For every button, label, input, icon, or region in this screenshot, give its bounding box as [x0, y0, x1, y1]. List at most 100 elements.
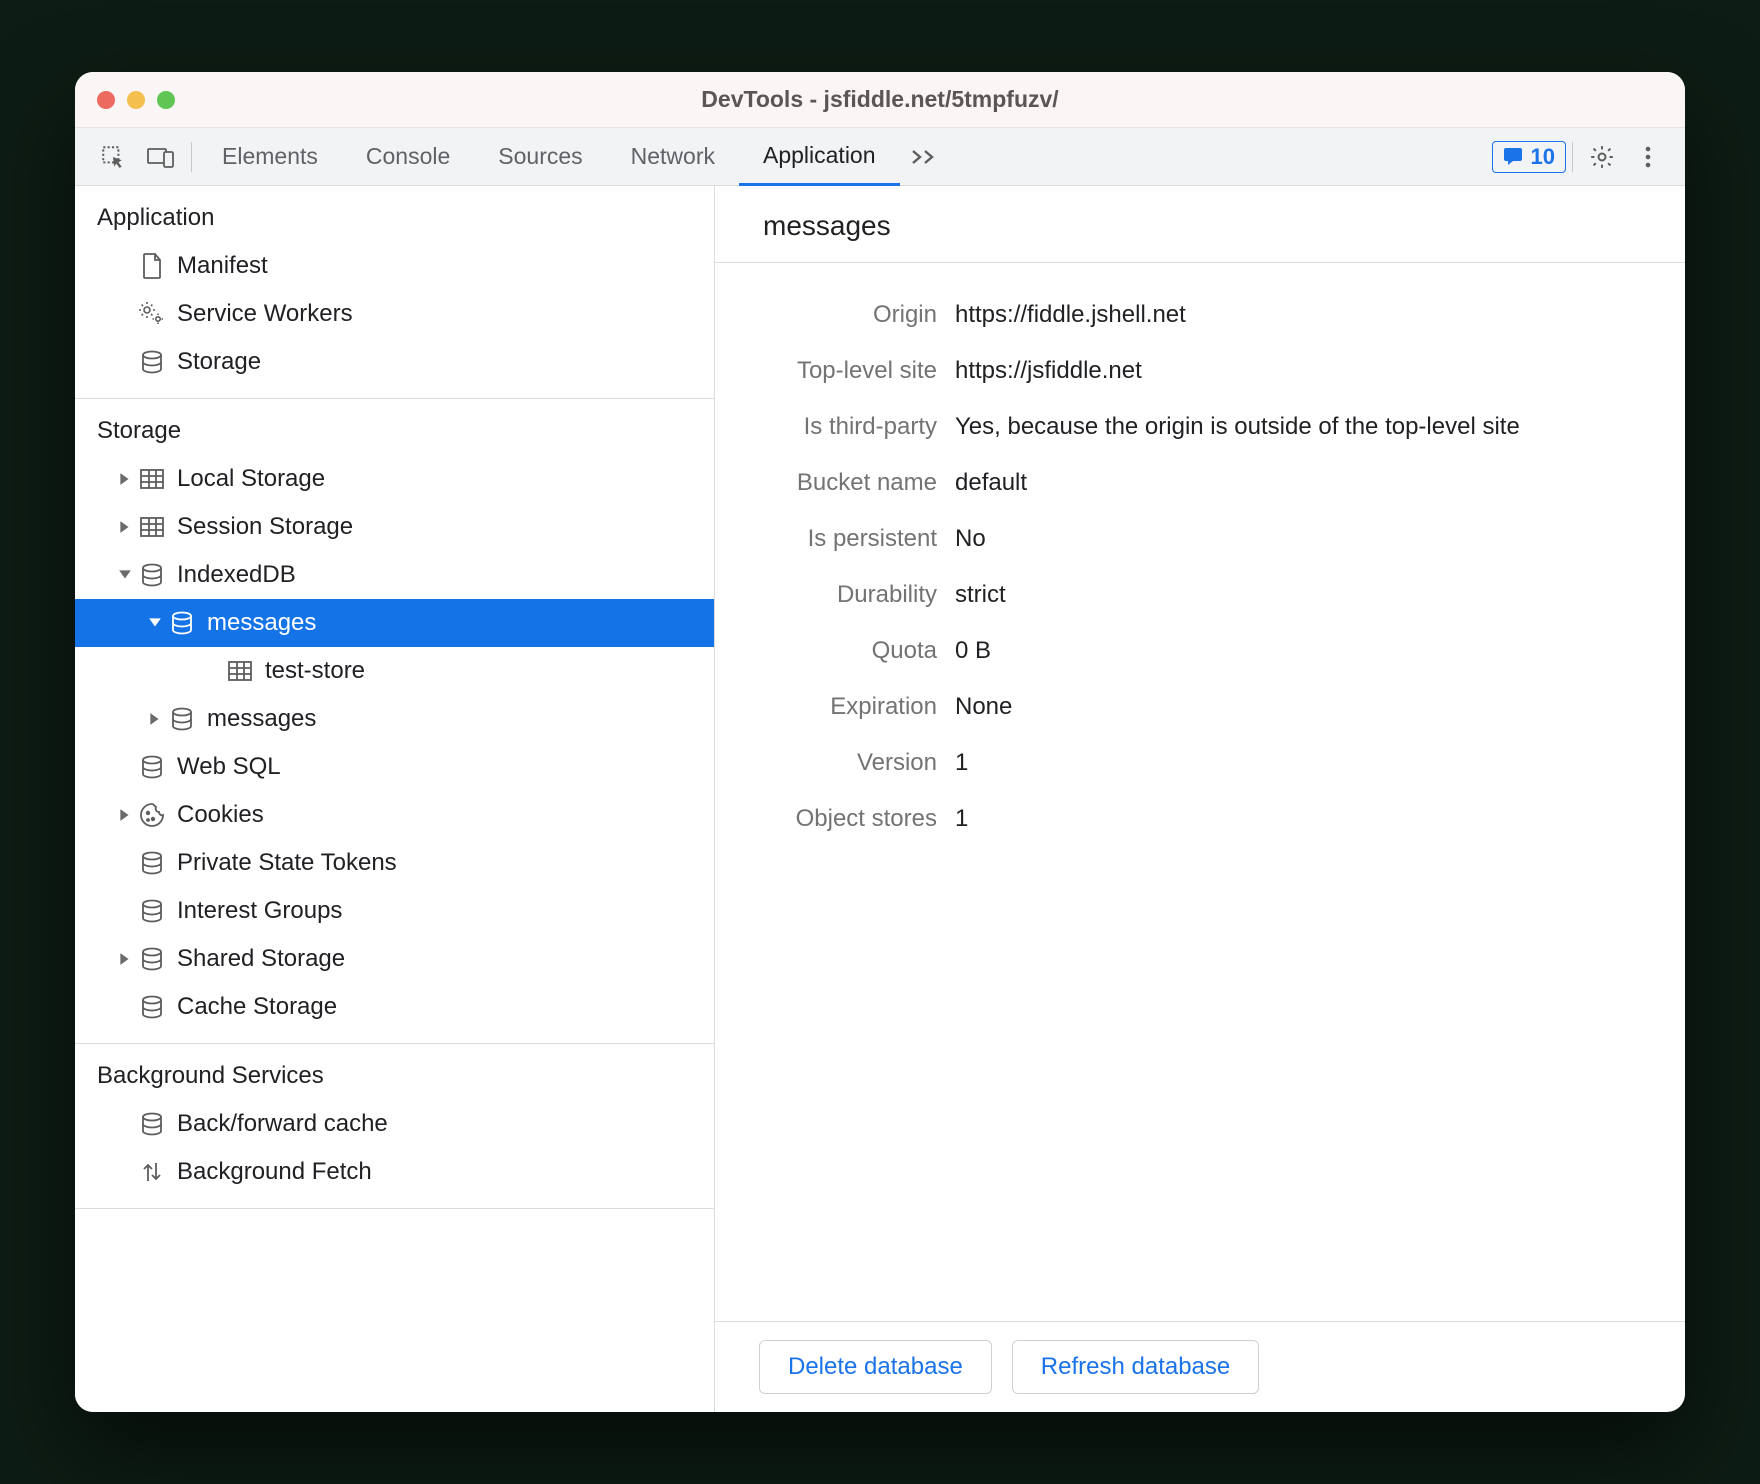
sidebar-item-label: Back/forward cache	[177, 1110, 388, 1138]
sidebar-item-label: Local Storage	[177, 465, 325, 493]
sidebar-item-messages[interactable]: messages	[75, 695, 714, 743]
disclosure-triangle-icon[interactable]	[147, 617, 163, 629]
table-icon	[225, 656, 255, 686]
sidebar-item-label: Cache Storage	[177, 993, 337, 1021]
sidebar-item-label: Background Fetch	[177, 1158, 372, 1186]
sidebar-section: ApplicationManifestService WorkersStorag…	[75, 186, 714, 399]
sidebar-section: Storage Local Storage Session Storage Index…	[75, 399, 714, 1044]
main-footer: Delete database Refresh database	[715, 1321, 1685, 1412]
sidebar-item-service-workers[interactable]: Service Workers	[75, 290, 714, 338]
property-key: Durability	[715, 581, 955, 609]
property-row: Top-level sitehttps://jsfiddle.net	[715, 343, 1685, 399]
sidebar-item-interest-groups[interactable]: Interest Groups	[75, 887, 714, 935]
inspect-element-icon[interactable]	[89, 137, 137, 177]
sidebar-item-label: Web SQL	[177, 753, 281, 781]
sidebar-item-back-forward-cache[interactable]: Back/forward cache	[75, 1100, 714, 1148]
sidebar: ApplicationManifestService WorkersStorag…	[75, 186, 715, 1412]
section-title: Storage	[75, 411, 714, 455]
property-value: 1	[955, 805, 968, 833]
sidebar-item-messages[interactable]: messages	[75, 599, 714, 647]
sidebar-item-private-state-tokens[interactable]: Private State Tokens	[75, 839, 714, 887]
tab-network[interactable]: Network	[607, 128, 739, 185]
sidebar-item-label: Cookies	[177, 801, 264, 829]
sidebar-item-cookies[interactable]: Cookies	[75, 791, 714, 839]
issues-badge[interactable]: 10	[1492, 141, 1566, 173]
sidebar-item-cache-storage[interactable]: Cache Storage	[75, 983, 714, 1031]
disclosure-triangle-icon[interactable]	[117, 569, 133, 581]
section-title: Background Services	[75, 1056, 714, 1100]
db-icon	[137, 560, 167, 590]
property-key: Object stores	[715, 805, 955, 833]
sidebar-item-label: test-store	[265, 657, 365, 685]
db-icon	[137, 347, 167, 377]
property-key: Is persistent	[715, 525, 955, 553]
property-key: Bucket name	[715, 469, 955, 497]
disclosure-triangle-icon[interactable]	[147, 712, 163, 726]
content-area: ApplicationManifestService WorkersStorag…	[75, 186, 1685, 1412]
property-row: ExpirationNone	[715, 679, 1685, 735]
property-row: Originhttps://fiddle.jshell.net	[715, 287, 1685, 343]
property-row: Version1	[715, 735, 1685, 791]
sidebar-item-manifest[interactable]: Manifest	[75, 242, 714, 290]
property-value: No	[955, 525, 986, 553]
tab-application[interactable]: Application	[739, 129, 900, 186]
panel-tabs: ElementsConsoleSourcesNetworkApplication	[198, 128, 900, 185]
db-icon	[167, 608, 197, 638]
disclosure-triangle-icon[interactable]	[117, 520, 133, 534]
property-key: Origin	[715, 301, 955, 329]
db-icon	[137, 992, 167, 1022]
sidebar-item-label: Service Workers	[177, 300, 353, 328]
tab-elements[interactable]: Elements	[198, 128, 342, 185]
file-icon	[137, 251, 167, 281]
tab-console[interactable]: Console	[342, 128, 474, 185]
property-row: Durabilitystrict	[715, 567, 1685, 623]
settings-icon[interactable]	[1579, 137, 1625, 177]
table-icon	[137, 512, 167, 542]
property-value: default	[955, 469, 1027, 497]
issues-count: 10	[1531, 144, 1555, 170]
db-icon	[167, 704, 197, 734]
device-toolbar-icon[interactable]	[137, 137, 185, 177]
table-icon	[137, 464, 167, 494]
disclosure-triangle-icon[interactable]	[117, 952, 133, 966]
property-row: Quota0 B	[715, 623, 1685, 679]
delete-database-button[interactable]: Delete database	[759, 1340, 992, 1394]
sidebar-item-label: messages	[207, 705, 316, 733]
sidebar-item-background-fetch[interactable]: Background Fetch	[75, 1148, 714, 1196]
property-key: Version	[715, 749, 955, 777]
property-value: None	[955, 693, 1012, 721]
sidebar-item-shared-storage[interactable]: Shared Storage	[75, 935, 714, 983]
devtools-window: DevTools - jsfiddle.net/5tmpfuzv/ Elemen…	[75, 72, 1685, 1412]
window-title: DevTools - jsfiddle.net/5tmpfuzv/	[75, 86, 1685, 113]
arrows-icon	[137, 1157, 167, 1187]
close-window-button[interactable]	[97, 91, 115, 109]
property-value: 0 B	[955, 637, 991, 665]
disclosure-triangle-icon[interactable]	[117, 808, 133, 822]
sidebar-item-label: Private State Tokens	[177, 849, 397, 877]
disclosure-triangle-icon[interactable]	[117, 472, 133, 486]
tab-sources[interactable]: Sources	[474, 128, 606, 185]
sidebar-item-web-sql[interactable]: Web SQL	[75, 743, 714, 791]
sidebar-item-indexeddb[interactable]: IndexedDB	[75, 551, 714, 599]
sidebar-item-session-storage[interactable]: Session Storage	[75, 503, 714, 551]
sidebar-item-local-storage[interactable]: Local Storage	[75, 455, 714, 503]
sidebar-item-storage[interactable]: Storage	[75, 338, 714, 386]
sidebar-item-label: IndexedDB	[177, 561, 296, 589]
titlebar: DevTools - jsfiddle.net/5tmpfuzv/	[75, 72, 1685, 128]
minimize-window-button[interactable]	[127, 91, 145, 109]
sidebar-item-label: Session Storage	[177, 513, 353, 541]
refresh-database-button[interactable]: Refresh database	[1012, 1340, 1259, 1394]
toolbar-separator	[191, 142, 192, 172]
gears-icon	[137, 299, 167, 329]
devtools-toolbar: ElementsConsoleSourcesNetworkApplication…	[75, 128, 1685, 186]
db-icon	[137, 752, 167, 782]
maximize-window-button[interactable]	[157, 91, 175, 109]
cookie-icon	[137, 800, 167, 830]
property-row: Bucket namedefault	[715, 455, 1685, 511]
more-options-icon[interactable]	[1625, 137, 1671, 177]
sidebar-item-test-store[interactable]: test-store	[75, 647, 714, 695]
more-tabs-icon[interactable]	[900, 137, 948, 177]
property-value: strict	[955, 581, 1006, 609]
property-key: Top-level site	[715, 357, 955, 385]
property-row: Object stores1	[715, 791, 1685, 847]
